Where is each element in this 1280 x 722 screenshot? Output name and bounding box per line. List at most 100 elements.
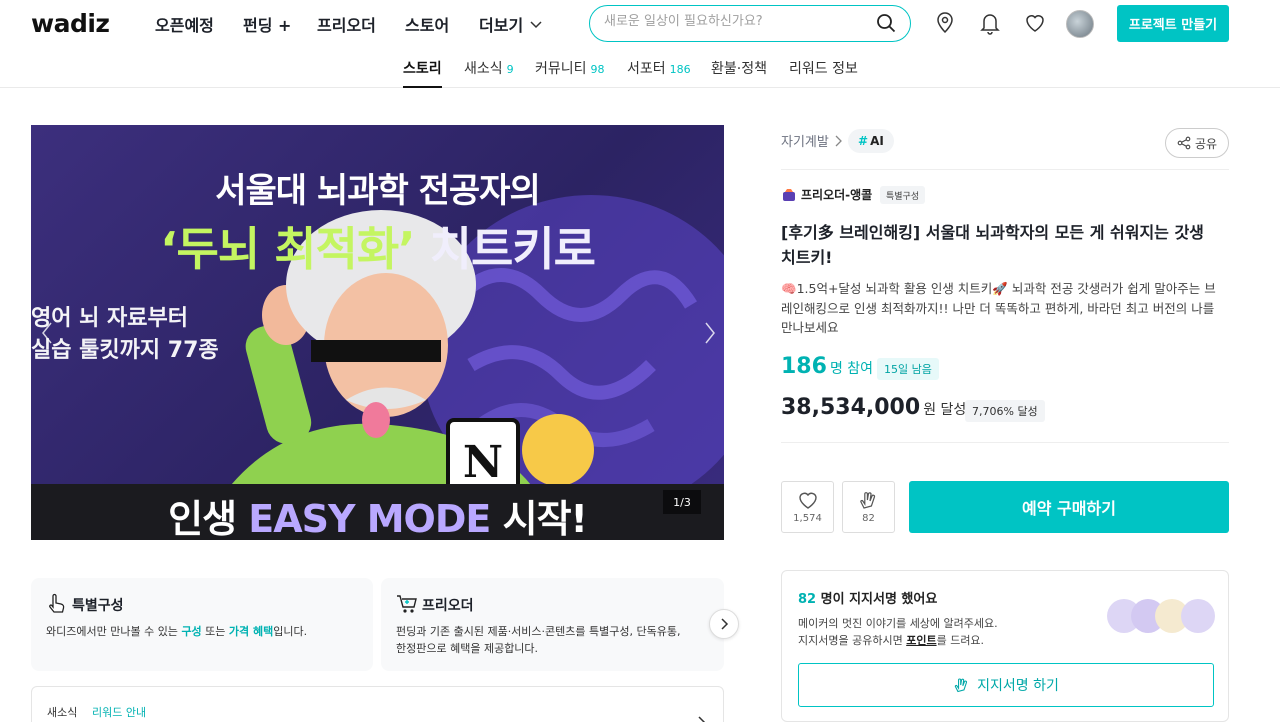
tab-reward-info[interactable]: 리워드 정보 <box>789 58 858 88</box>
news-box[interactable]: 새소식 리워드 안내 <box>31 686 724 722</box>
tab-community[interactable]: 커뮤니티 98 <box>535 58 605 88</box>
hero-bottom-band: 인생 EASY MODE 시작! <box>31 484 724 540</box>
card-desc-highlight: 구성 <box>181 625 202 638</box>
like-button[interactable]: 1,574 <box>781 481 834 533</box>
like-count: 1,574 <box>793 513 822 524</box>
hero-image-carousel[interactable]: N 서울대 뇌과학 전공자의 ‘두뇌 최적화’ 치트키로 영어 뇌 자료부터 실… <box>31 125 724 540</box>
tab-story[interactable]: 스토리 <box>403 58 442 88</box>
wadiz-logo[interactable]: wadiz <box>31 9 110 38</box>
location-pin-icon[interactable] <box>934 11 956 35</box>
create-project-button[interactable]: 프로젝트 만들기 <box>1117 5 1229 42</box>
heart-icon <box>798 492 817 509</box>
maker-logo-icon <box>783 188 795 201</box>
card-description: 펀딩과 기존 출시된 제품·서비스·콘텐츠를 특별구성, 단독유통, 한정판으로… <box>396 623 680 657</box>
card-desc-text: 또는 <box>201 625 229 638</box>
signature-box: 82 명이 지지서명 했어요 메이커의 멋진 이야기를 세상에 알려주세요. 지… <box>781 570 1229 722</box>
hero-headline-2: ‘두뇌 최적화’ 치트키로 <box>31 213 724 279</box>
tag-label: AI <box>870 134 884 148</box>
card-desc-text: 와디즈에서만 만나볼 수 있는 <box>46 625 182 638</box>
card-desc-line: 한정판으로 혜택을 제공합니다. <box>396 642 539 655</box>
cards-next-button[interactable] <box>709 609 739 639</box>
signature-point-link[interactable]: 포인트 <box>906 634 936 647</box>
sign-support-button[interactable]: 지지서명 하기 <box>798 663 1214 707</box>
sign-support-label: 지지서명 하기 <box>977 678 1059 694</box>
nav-more-label: 더보기 <box>479 16 524 35</box>
tab-label: 리워드 정보 <box>789 61 858 77</box>
hero-band-prefix: 인생 <box>168 497 237 540</box>
hash-icon: # <box>858 134 869 148</box>
tab-label: 서포터 <box>627 61 666 77</box>
days-left-badge: 15일 남음 <box>877 358 939 380</box>
preorder-card[interactable]: 프리오더 펀딩과 기존 출시된 제품·서비스·콘텐츠를 특별구성, 단독유통, … <box>381 578 724 671</box>
nav-coming-soon[interactable]: 오픈예정 <box>155 12 214 36</box>
special-composition-card[interactable]: 특별구성 와디즈에서만 만나볼 수 있는 구성 또는 가격 혜택입니다. <box>31 578 373 671</box>
carousel-next-button[interactable] <box>696 308 724 358</box>
chevron-down-icon <box>530 21 542 29</box>
hero-band-suffix: 시작! <box>502 497 588 540</box>
tab-label: 커뮤니티 <box>535 61 587 77</box>
supporters-unit: 명 참여 <box>829 361 874 377</box>
supporter-faces-illustration <box>1107 599 1217 635</box>
tab-count: 98 <box>590 63 605 76</box>
card-title: 프리오더 <box>422 598 474 614</box>
reserve-purchase-button[interactable]: 예약 구매하기 <box>909 481 1229 533</box>
cheer-button[interactable]: 82 <box>842 481 895 533</box>
divider <box>781 169 1229 170</box>
hero-band-highlight: EASY MODE <box>248 497 491 540</box>
search-icon[interactable] <box>876 13 896 33</box>
special-badge: 특별구성 <box>880 186 926 204</box>
tab-supporters[interactable]: 서포터 186 <box>627 58 691 88</box>
clapping-hands-icon <box>859 492 875 509</box>
user-avatar[interactable] <box>1066 10 1094 38</box>
svg-text:N: N <box>463 437 503 488</box>
card-desc-text: 입니다. <box>273 625 308 638</box>
signature-count: 82 <box>798 592 817 607</box>
project-title: [후기多 브레인해킹] 서울대 뇌과학자의 모든 게 쉬워지는 갓생 치트키! <box>781 223 1204 267</box>
shopping-cart-icon <box>397 595 417 613</box>
nav-funding[interactable]: 펀딩 + <box>243 12 291 36</box>
news-reward-link[interactable]: 리워드 안내 <box>92 704 146 720</box>
news-label: 새소식 <box>47 706 78 719</box>
tab-refund-policy[interactable]: 환불·정책 <box>711 58 767 88</box>
funded-amount: 38,534,000 원 달성 <box>781 395 966 420</box>
signature-desc-line: 메이커의 멋진 이야기를 세상에 알려주세요. <box>798 617 998 630</box>
chevron-right-icon <box>721 618 729 630</box>
tab-label: 환불·정책 <box>711 61 767 77</box>
tab-label: 스토리 <box>403 61 442 77</box>
card-description: 와디즈에서만 만나볼 수 있는 구성 또는 가격 혜택입니다. <box>46 623 307 640</box>
carousel-prev-button[interactable] <box>33 308 61 358</box>
hero-headline-white: 치트키로 <box>429 222 596 276</box>
tab-label: 새소식 <box>464 61 503 77</box>
category-breadcrumb[interactable]: 자기계발 <box>781 131 843 150</box>
share-button[interactable]: 공유 <box>1165 128 1229 158</box>
chevron-right-icon <box>698 716 706 722</box>
card-desc-highlight: 가격 혜택 <box>228 625 274 638</box>
maker-name[interactable]: 프리오더-앵콜 <box>782 186 872 203</box>
tab-news[interactable]: 새소식 9 <box>464 58 514 88</box>
nav-store[interactable]: 스토어 <box>405 12 449 36</box>
hero-headline-1: 서울대 뇌과학 전공자의 <box>215 171 540 211</box>
chevron-left-icon <box>42 322 52 344</box>
signature-desc-text: 를 드려요. <box>936 634 985 647</box>
maker-label: 프리오더-앵콜 <box>801 188 873 202</box>
hero-headline-green: ‘두뇌 최적화’ <box>160 222 416 276</box>
signature-desc-line: 지지서명을 공유하시면 포인트를 드려요. <box>798 632 998 649</box>
share-icon <box>1177 136 1191 150</box>
achievement-rate-badge: 7,706% 달성 <box>965 400 1045 422</box>
divider <box>781 442 1229 443</box>
search-input[interactable] <box>604 14 864 29</box>
tag-chip[interactable]: # AI <box>848 129 894 153</box>
hero-band-text: 인생 EASY MODE 시작! <box>31 488 724 540</box>
category-label: 자기계발 <box>781 135 829 150</box>
tab-count: 186 <box>669 63 691 76</box>
pointing-hand-icon <box>49 593 65 613</box>
card-desc-line: 펀딩과 기존 출시된 제품·서비스·콘텐츠를 특별구성, 단독유통, <box>396 625 681 638</box>
nav-preorder[interactable]: 프리오더 <box>317 12 376 36</box>
carousel-counter: 1/3 <box>663 490 701 514</box>
bell-icon[interactable] <box>979 11 1001 35</box>
share-label: 공유 <box>1194 136 1218 151</box>
project-description: 🧠1.5억+달성 뇌과학 활용 인생 치트키🚀 뇌과학 전공 갓생러가 쉽게 말… <box>781 281 1216 335</box>
heart-icon[interactable] <box>1024 11 1046 35</box>
signature-title-text: 명이 지지서명 했어요 <box>816 592 938 607</box>
nav-more[interactable]: 더보기 <box>479 12 543 36</box>
